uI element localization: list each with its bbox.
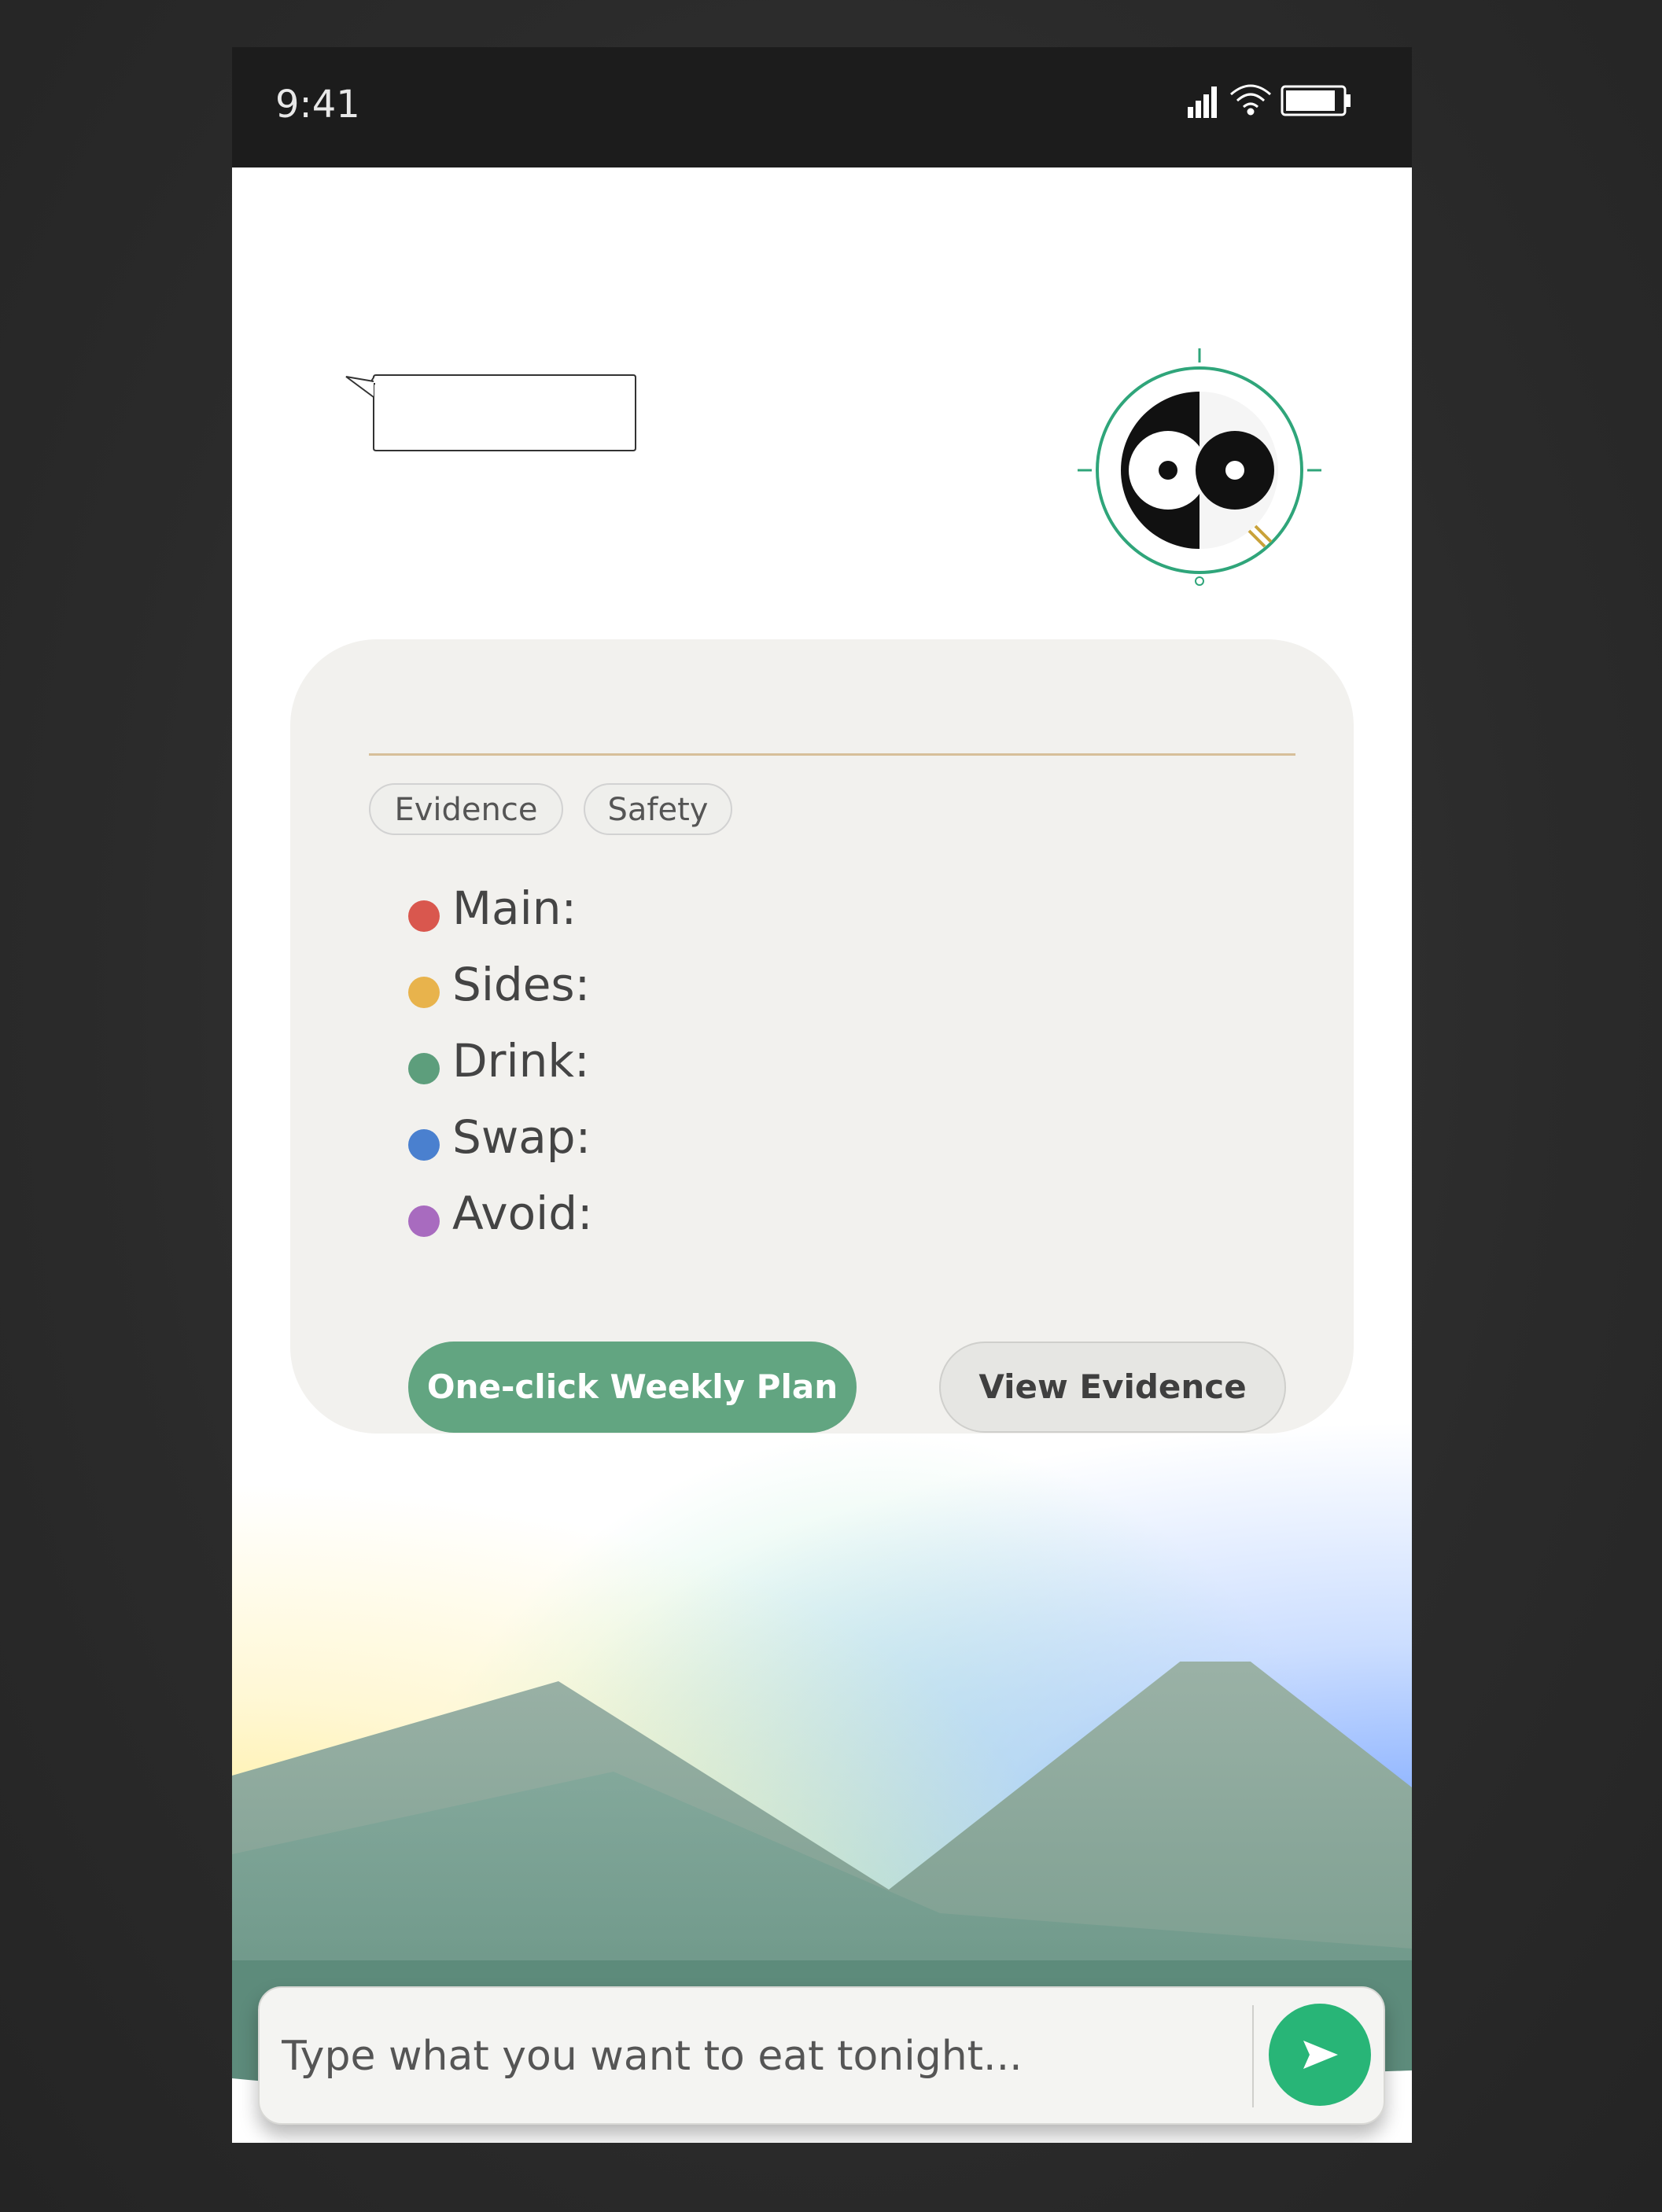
plan-item-drink: Drink: xyxy=(408,1028,1116,1104)
message-input[interactable] xyxy=(280,2018,1227,2095)
weekly-plan-button[interactable]: One-click Weekly Plan xyxy=(408,1342,857,1433)
mascot-logo-icon xyxy=(1078,348,1321,586)
main-content: Evidence Safety Main: Sides: Drink: Swap… xyxy=(232,167,1412,2143)
status-icons xyxy=(1188,84,1351,118)
drink-bullet-icon xyxy=(408,1053,440,1084)
plan-item-label: Sides: xyxy=(452,958,591,1011)
message-composer xyxy=(258,1986,1385,2125)
battery-icon xyxy=(1281,85,1351,116)
plan-item-avoid: Avoid: xyxy=(408,1180,1116,1257)
swap-bullet-icon xyxy=(408,1129,440,1161)
signal-icon xyxy=(1188,86,1217,118)
wifi-icon xyxy=(1230,84,1271,116)
chip-evidence[interactable]: Evidence xyxy=(369,783,563,835)
send-button[interactable] xyxy=(1269,2004,1371,2106)
plan-list: Main: Sides: Drink: Swap: Avoid: xyxy=(408,875,1116,1257)
plan-item-label: Main: xyxy=(452,881,577,935)
send-arrow-icon xyxy=(1303,2041,1338,2069)
sides-bullet-icon xyxy=(408,977,440,1008)
view-evidence-button[interactable]: View Evidence xyxy=(939,1342,1286,1433)
phone-screen: 9:41 Evidence Safety Main: Sides: Drink:… xyxy=(232,47,1412,2143)
backdrop: 9:41 Evidence Safety Main: Sides: Drink:… xyxy=(0,0,1662,2212)
plan-item-label: Drink: xyxy=(452,1034,590,1088)
plan-item-swap: Swap: xyxy=(408,1104,1116,1180)
meal-plan-card: Evidence Safety Main: Sides: Drink: Swap… xyxy=(290,639,1354,1434)
status-bar: 9:41 xyxy=(232,47,1412,167)
plan-item-label: Swap: xyxy=(452,1110,591,1164)
chip-safety[interactable]: Safety xyxy=(584,783,732,835)
avoid-bullet-icon xyxy=(408,1205,440,1237)
status-time: 9:41 xyxy=(275,83,360,127)
speech-bubble-icon xyxy=(345,374,636,451)
composer-divider xyxy=(1252,2005,1254,2107)
plan-item-label: Avoid: xyxy=(452,1187,593,1240)
plan-item-main: Main: xyxy=(408,875,1116,951)
plan-item-sides: Sides: xyxy=(408,951,1116,1028)
card-divider xyxy=(369,753,1295,756)
main-bullet-icon xyxy=(408,900,440,932)
